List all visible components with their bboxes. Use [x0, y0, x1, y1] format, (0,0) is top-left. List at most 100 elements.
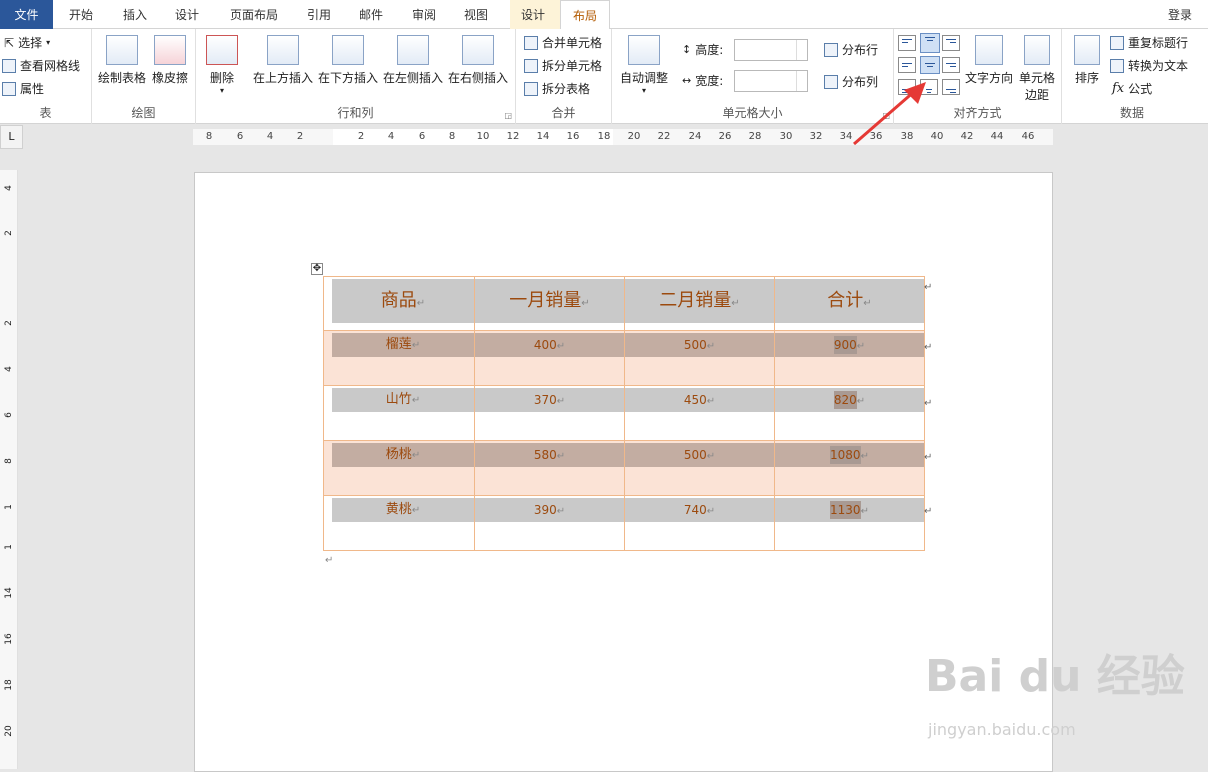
split-table-button[interactable]: 拆分表格	[524, 79, 590, 99]
table-cell[interactable]: 榴莲↵	[323, 330, 475, 386]
insert-above-icon	[267, 35, 299, 65]
tab-table-design[interactable]: 设计	[510, 0, 556, 29]
view-gridlines-label: 查看网格线	[20, 59, 81, 73]
group-table: ⇱ 选择 ▾ 查看网格线 属性 表	[0, 29, 92, 124]
align-top-left-icon[interactable]	[898, 35, 916, 51]
properties-button[interactable]: 属性	[2, 79, 44, 99]
insert-right-label: 在右侧插入	[447, 71, 508, 85]
align-middle-left-icon[interactable]	[898, 57, 916, 73]
paragraph-mark: ↵	[863, 298, 872, 309]
ruler-number: 10	[476, 131, 490, 142]
autofit-button[interactable]: 自动调整 ▾	[618, 35, 670, 95]
fx-icon: fx	[1112, 81, 1125, 96]
table-cell[interactable]: 500↵	[624, 440, 775, 496]
header-cell[interactable]: 二月销量↵	[624, 276, 775, 331]
total-sales: 1130	[830, 501, 861, 519]
group-data: 排序 重复标题行 转换为文本 fx 公式 数据	[1062, 29, 1202, 124]
login-link[interactable]: 登录	[1168, 0, 1208, 29]
table-cell[interactable]: 580↵	[474, 440, 625, 496]
sort-button[interactable]: 排序	[1068, 35, 1106, 86]
header-cell[interactable]: 商品↵	[323, 276, 475, 331]
table-cell[interactable]: 400↵	[474, 330, 625, 386]
sales-table[interactable]: 商品↵ 一月销量↵ 二月销量↵ 合计↵ 榴莲↵ 400↵ 500↵ 900↵ 山…	[323, 276, 925, 551]
dialog-launcher-icon[interactable]: ◲	[504, 111, 512, 120]
convert-text-icon	[1110, 59, 1124, 73]
insert-left-button[interactable]: 在左侧插入	[382, 35, 444, 86]
repeat-header-button[interactable]: 重复标题行	[1110, 33, 1188, 53]
table-cell[interactable]: 900↵	[774, 330, 925, 386]
formula-button[interactable]: fx 公式	[1112, 79, 1152, 99]
tab-selector[interactable]: L	[0, 125, 23, 149]
table-cell[interactable]: 1080↵	[774, 440, 925, 496]
align-middle-right-icon[interactable]	[942, 57, 960, 73]
paragraph-mark: ↵	[416, 298, 426, 309]
ruler-number: 1	[4, 504, 14, 510]
cell-margins-icon	[1024, 35, 1050, 65]
paragraph-mark: ↵	[856, 341, 866, 352]
table-cell[interactable]: 500↵	[624, 330, 775, 386]
distribute-rows-button[interactable]: 分布行	[824, 40, 878, 60]
cell-margins-button[interactable]: 单元格 边距	[1016, 35, 1058, 103]
insert-above-button[interactable]: 在上方插入	[252, 35, 314, 86]
distribute-rows-label: 分布行	[842, 43, 879, 57]
feb-sales: 500	[683, 448, 707, 462]
table-cell[interactable]: 1130↵	[774, 495, 925, 551]
tab-mailings[interactable]: 邮件	[346, 0, 396, 29]
table-move-handle-icon[interactable]: ✥	[311, 263, 323, 275]
delete-button[interactable]: 删除 ▾	[204, 35, 240, 95]
convert-to-text-button[interactable]: 转换为文本	[1110, 56, 1188, 76]
tab-view[interactable]: 视图	[451, 0, 501, 29]
paragraph-mark: ↵	[556, 451, 566, 462]
tab-table-layout[interactable]: 布局	[560, 0, 610, 30]
ruler-number: 6	[236, 131, 244, 142]
align-top-center-icon[interactable]	[920, 33, 940, 53]
ruler-number: 2	[357, 131, 365, 142]
width-text: 宽度:	[695, 74, 724, 88]
table-cell[interactable]: 山竹↵	[323, 385, 475, 441]
grid-icon	[2, 59, 16, 73]
tab-page-layout[interactable]: 页面布局	[222, 0, 286, 29]
height-label: ↕ 高度:	[682, 40, 723, 60]
tab-insert[interactable]: 插入	[110, 0, 160, 29]
group-label-table: 表	[39, 106, 52, 120]
header-cell[interactable]: 一月销量↵	[474, 276, 625, 331]
merge-cells-label: 合并单元格	[542, 36, 603, 50]
table-cell[interactable]: 740↵	[624, 495, 775, 551]
split-cells-button[interactable]: 拆分单元格	[524, 56, 602, 76]
repeat-header-label: 重复标题行	[1128, 36, 1189, 50]
insert-below-button[interactable]: 在下方插入	[317, 35, 379, 86]
paragraph-mark: ↵	[411, 395, 421, 406]
select-button[interactable]: ⇱ 选择 ▾	[4, 33, 50, 53]
tab-references[interactable]: 引用	[294, 0, 344, 29]
vertical-ruler[interactable]: 4 2 2 4 6 8 1 1 14 16 18 20	[0, 170, 18, 769]
view-gridlines-button[interactable]: 查看网格线	[2, 56, 80, 76]
text-direction-button[interactable]: 文字方向	[964, 35, 1014, 86]
align-bottom-right-icon[interactable]	[942, 79, 960, 95]
draw-table-icon	[106, 35, 138, 65]
header-cell[interactable]: 合计↵	[774, 276, 925, 331]
autofit-icon	[628, 35, 660, 65]
total-sales: 820	[833, 391, 857, 409]
ribbon: ⇱ 选择 ▾ 查看网格线 属性 表 绘制表格 橡皮擦 绘图 删除 ▾ 在上方插入 在下…	[0, 29, 1208, 124]
cursor-icon: ⇱	[4, 36, 15, 50]
table-cell[interactable]: 450↵	[624, 385, 775, 441]
table-cell[interactable]: 390↵	[474, 495, 625, 551]
eraser-button[interactable]: 橡皮擦	[150, 35, 190, 86]
insert-right-button[interactable]: 在右侧插入	[447, 35, 509, 86]
tab-design[interactable]: 设计	[162, 0, 212, 29]
width-label: ↔ 宽度:	[682, 71, 723, 91]
draw-table-button[interactable]: 绘制表格	[97, 35, 147, 86]
width-input[interactable]	[734, 70, 808, 92]
tab-home[interactable]: 开始	[56, 0, 106, 29]
table-cell[interactable]: 杨桃↵	[323, 440, 475, 496]
tab-file[interactable]: 文件	[0, 0, 53, 29]
table-cell[interactable]: 370↵	[474, 385, 625, 441]
paragraph-mark: ↵	[706, 451, 716, 462]
height-input[interactable]	[734, 39, 808, 61]
align-top-right-icon[interactable]	[942, 35, 960, 51]
table-cell[interactable]: 黄桃↵	[323, 495, 475, 551]
align-middle-center-icon[interactable]	[920, 56, 940, 74]
tab-review[interactable]: 审阅	[399, 0, 449, 29]
table-cell[interactable]: 820↵	[774, 385, 925, 441]
merge-cells-button[interactable]: 合并单元格	[524, 33, 602, 53]
